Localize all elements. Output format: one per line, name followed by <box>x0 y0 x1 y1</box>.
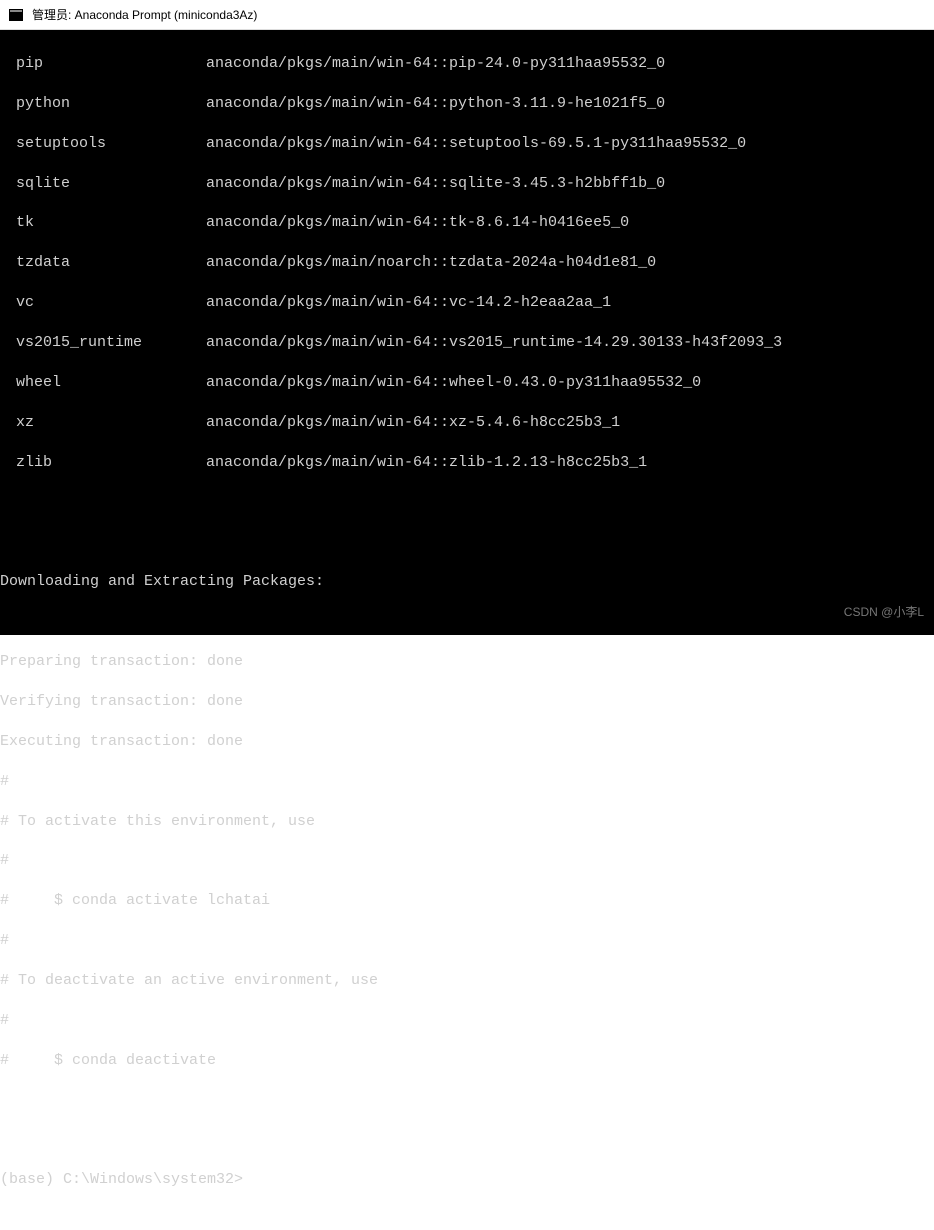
package-spec: anaconda/pkgs/main/win-64::vs2015_runtim… <box>206 333 782 353</box>
output-line: # $ conda activate lchatai <box>0 891 934 911</box>
output-line <box>0 1131 934 1151</box>
package-spec: anaconda/pkgs/main/noarch::tzdata-2024a-… <box>206 253 656 273</box>
package-row: vs2015_runtimeanaconda/pkgs/main/win-64:… <box>0 333 934 353</box>
package-name: sqlite <box>16 174 206 194</box>
package-row: pythonanaconda/pkgs/main/win-64::python-… <box>0 94 934 114</box>
package-spec: anaconda/pkgs/main/win-64::xz-5.4.6-h8cc… <box>206 413 620 433</box>
output-line <box>0 532 934 552</box>
package-name: python <box>16 94 206 114</box>
package-name: pip <box>16 54 206 74</box>
package-spec: anaconda/pkgs/main/win-64::pip-24.0-py31… <box>206 54 665 74</box>
package-name: xz <box>16 413 206 433</box>
package-name: setuptools <box>16 134 206 154</box>
package-row: wheelanaconda/pkgs/main/win-64::wheel-0.… <box>0 373 934 393</box>
prompt-line[interactable]: (base) C:\Windows\system32> <box>0 1170 934 1190</box>
package-row: tkanaconda/pkgs/main/win-64::tk-8.6.14-h… <box>0 213 934 233</box>
output-line: Executing transaction: done <box>0 732 934 752</box>
window-title: 管理员: Anaconda Prompt (miniconda3Az) <box>32 6 257 23</box>
package-spec: anaconda/pkgs/main/win-64::python-3.11.9… <box>206 94 665 114</box>
output-line <box>0 612 934 632</box>
output-line: Verifying transaction: done <box>0 692 934 712</box>
output-line: Preparing transaction: done <box>0 652 934 672</box>
package-name: vs2015_runtime <box>16 333 206 353</box>
package-name: wheel <box>16 373 206 393</box>
package-spec: anaconda/pkgs/main/win-64::sqlite-3.45.3… <box>206 174 665 194</box>
package-row: vcanaconda/pkgs/main/win-64::vc-14.2-h2e… <box>0 293 934 313</box>
terminal-area[interactable]: pipanaconda/pkgs/main/win-64::pip-24.0-p… <box>0 30 934 635</box>
output-line: # <box>0 931 934 951</box>
package-name: tk <box>16 213 206 233</box>
output-line: Downloading and Extracting Packages: <box>0 572 934 592</box>
package-row: tzdataanaconda/pkgs/main/noarch::tzdata-… <box>0 253 934 273</box>
output-line: # $ conda deactivate <box>0 1051 934 1071</box>
package-name: tzdata <box>16 253 206 273</box>
output-line <box>0 493 934 513</box>
package-name: zlib <box>16 453 206 473</box>
package-row: pipanaconda/pkgs/main/win-64::pip-24.0-p… <box>0 54 934 74</box>
package-row: zlibanaconda/pkgs/main/win-64::zlib-1.2.… <box>0 453 934 473</box>
package-spec: anaconda/pkgs/main/win-64::tk-8.6.14-h04… <box>206 213 629 233</box>
window-titlebar: 管理员: Anaconda Prompt (miniconda3Az) <box>0 0 934 30</box>
output-line: # <box>0 772 934 792</box>
package-spec: anaconda/pkgs/main/win-64::vc-14.2-h2eaa… <box>206 293 611 313</box>
watermark-text: CSDN @小李L <box>844 605 924 621</box>
package-row: sqliteanaconda/pkgs/main/win-64::sqlite-… <box>0 174 934 194</box>
package-spec: anaconda/pkgs/main/win-64::wheel-0.43.0-… <box>206 373 701 393</box>
output-line <box>0 1091 934 1111</box>
package-spec: anaconda/pkgs/main/win-64::setuptools-69… <box>206 134 746 154</box>
package-name: vc <box>16 293 206 313</box>
output-line: # <box>0 851 934 871</box>
app-icon <box>8 7 24 23</box>
package-spec: anaconda/pkgs/main/win-64::zlib-1.2.13-h… <box>206 453 647 473</box>
package-row: setuptoolsanaconda/pkgs/main/win-64::set… <box>0 134 934 154</box>
output-line: # To activate this environment, use <box>0 812 934 832</box>
package-row: xzanaconda/pkgs/main/win-64::xz-5.4.6-h8… <box>0 413 934 433</box>
output-line: # <box>0 1011 934 1031</box>
output-line: # To deactivate an active environment, u… <box>0 971 934 991</box>
